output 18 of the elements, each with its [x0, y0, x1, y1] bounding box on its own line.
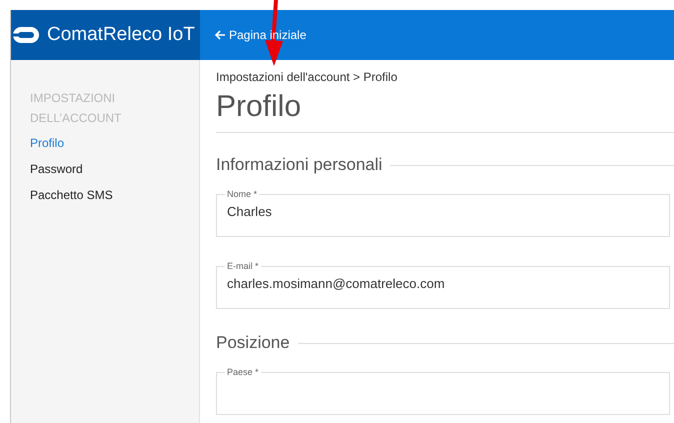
field-value: charles.mosimann@comatreleco.com [227, 276, 445, 291]
text-field[interactable]: E-mail * charles.mosimann@comatreleco.com [216, 261, 670, 309]
section-heading: Posizione [216, 333, 290, 353]
text-field[interactable]: Paese * [216, 367, 670, 415]
field-label: E-mail * [226, 261, 260, 271]
sidebar-item[interactable]: Profilo [30, 130, 64, 156]
back-arrow-icon [214, 29, 226, 41]
brand-name: ComatReleco IoT [47, 24, 195, 46]
breadcrumb: Impostazioni dell'account > Profilo [216, 70, 398, 84]
sidebar-heading: IMPOSTAZIONI DELL’ACCOUNT [30, 90, 122, 127]
section-heading: Informazioni personali [216, 155, 382, 175]
text-field[interactable]: Nome * Charles [216, 189, 670, 237]
field-label: Nome * [226, 189, 258, 199]
field-label: Paese * [226, 367, 260, 377]
page-title: Profilo [216, 90, 674, 133]
field-value: Charles [227, 204, 272, 219]
sidebar-item[interactable]: Password [30, 156, 83, 182]
sidebar-item[interactable]: Pacchetto SMS [30, 182, 113, 208]
